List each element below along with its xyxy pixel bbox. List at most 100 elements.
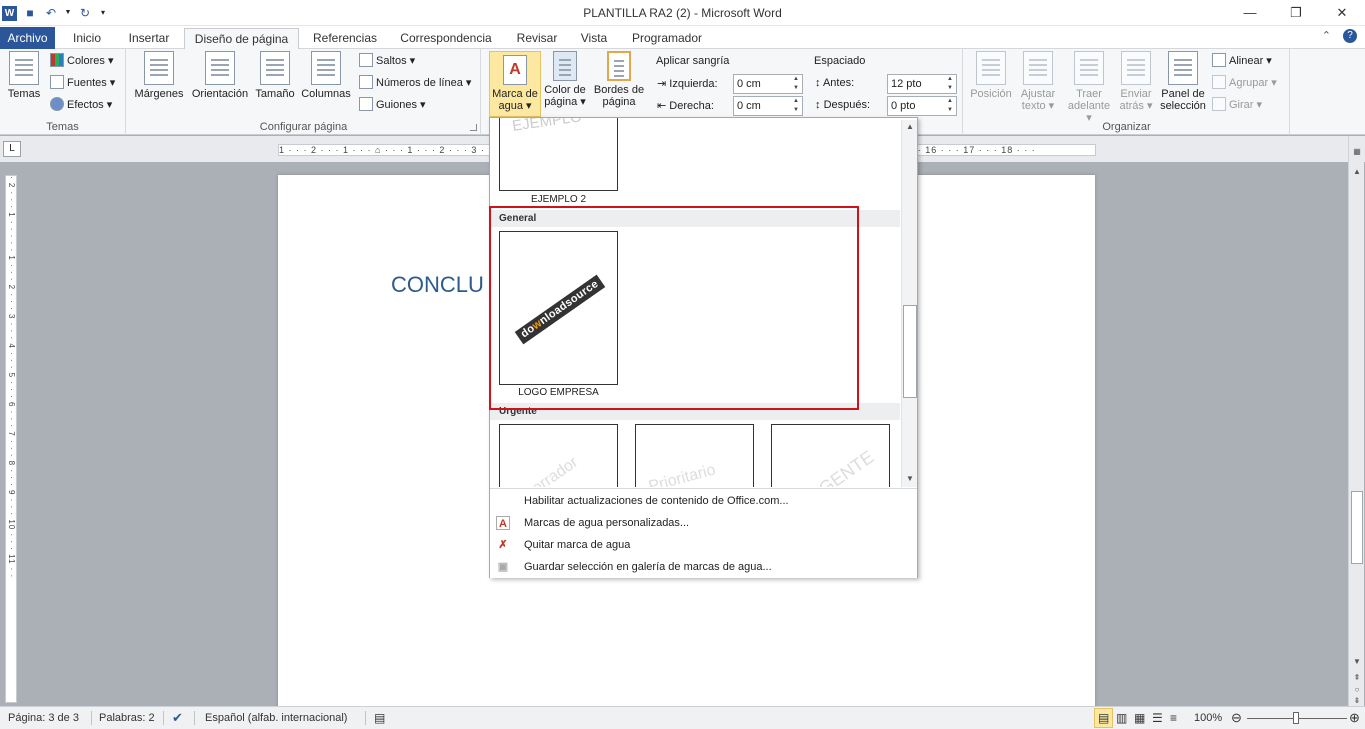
document-vertical-scrollbar[interactable]: ▦ ▲ ▼ ⇞ ○ ⇟ [1348,136,1364,706]
girar-button[interactable]: Girar ▾ [1212,96,1262,114]
send-backward-icon [1121,51,1151,85]
tab-referencias[interactable]: Referencias [307,28,383,49]
derecha-spin-icon[interactable]: ▲ ▼ [790,97,802,115]
status-idioma[interactable]: Español (alfab. internacional) [205,707,347,729]
tab-diseno-de-pagina[interactable]: Diseño de página [184,28,299,50]
antes-spin-icon[interactable]: ▲ ▼ [944,75,956,93]
gallery-scroll-thumb[interactable] [903,305,917,398]
web-layout-icon[interactable]: ▦ [1134,707,1145,729]
full-screen-reading-icon[interactable]: ▥ [1116,707,1127,729]
breaks-icon [359,53,373,67]
watermark-thumb-urgente-2[interactable]: Prioritario [635,424,754,487]
despues-input[interactable]: 0 pto ▲ ▼ [887,96,957,116]
derecha-label: ⇤ Derecha: [657,100,714,112]
menu-guardar-seleccion[interactable]: ▣ Guardar selección en galería de marcas … [490,556,917,578]
fuentes-button[interactable]: Fuentes ▾ [50,74,115,92]
outline-view-icon[interactable]: ☰ [1152,707,1163,729]
tab-selector-icon[interactable]: L [3,141,21,157]
minimize-icon[interactable]: — [1227,0,1273,26]
orientacion-button[interactable]: Orientación [187,51,253,100]
despues-spin-icon[interactable]: ▲ ▼ [944,97,956,115]
izquierda-input[interactable]: 0 cm ▲ ▼ [733,74,803,94]
page-borders-icon [607,51,631,81]
saltos-button[interactable]: Saltos ▾ [359,52,415,70]
zoom-slider-thumb[interactable] [1293,712,1299,724]
tamano-button[interactable]: Tamaño [253,51,297,100]
indent-left-icon: ⇥ [657,78,670,90]
configurar-dialog-launcher-icon[interactable] [470,124,477,131]
tab-revisar[interactable]: Revisar [509,28,565,49]
ruler-toggle-icon[interactable]: ▦ [1350,146,1364,158]
color-pagina-button[interactable]: Color de página ▾ [538,51,592,108]
document-heading[interactable]: CONCLU [391,272,484,298]
efectos-button[interactable]: Efectos ▾ [50,96,112,114]
custom-watermark-icon: A [496,516,510,530]
agrupar-button[interactable]: Agrupar ▾ [1212,74,1277,92]
izquierda-label: ⇥ Izquierda: [657,78,718,90]
zoom-out-icon[interactable]: ⊖ [1231,707,1242,729]
themes-icon [9,51,39,85]
ribbon-tabs: Archivo Inicio Insertar Diseño de página… [0,26,1365,50]
columnas-button[interactable]: Columnas [299,51,353,100]
previous-page-icon[interactable]: ⇞ [1350,672,1364,684]
scroll-up-icon[interactable]: ▲ [1350,166,1364,178]
macro-record-icon[interactable]: ▤ [374,707,385,729]
watermark-thumb-urgente-1[interactable]: Borrador [499,424,618,487]
antes-label: ↕ Antes: [815,77,855,89]
watermark-preview-urgente-1: Borrador [520,453,582,487]
restore-icon[interactable]: ❐ [1273,0,1319,26]
watermark-thumb-ejemplo-2[interactable]: EJEMPLO [499,118,618,191]
tab-archivo[interactable]: Archivo [0,27,55,49]
gallery-scrollbar[interactable]: ▲ ▼ [901,120,917,487]
panel-seleccion-button[interactable]: Panel de selección [1158,51,1208,112]
enviar-atras-button[interactable]: Enviar atrás ▾ [1114,51,1158,112]
temas-button[interactable]: Temas [4,51,44,100]
ribbon-help-controls: ⌃ ? [1322,29,1357,43]
gallery-scroll-up-icon[interactable]: ▲ [903,121,917,133]
menu-habilitar-actualizaciones[interactable]: Habilitar actualizaciones de contenido d… [490,490,917,512]
hyphenation-icon [359,97,373,111]
izquierda-spin-icon[interactable]: ▲ ▼ [790,75,802,93]
page-color-icon [553,51,577,81]
traer-adelante-button[interactable]: Traer adelante ▾ [1064,51,1114,124]
status-pagina[interactable]: Página: 3 de 3 [8,707,79,729]
ajustar-texto-button[interactable]: Ajustar texto ▾ [1016,51,1060,112]
vertical-ruler[interactable]: · 2 · · · 1 · · · · · 1 · · · 2 · · · 3 … [5,175,17,703]
zoom-level[interactable]: 100% [1194,707,1222,729]
watermark-thumb-urgente-3[interactable]: URGENTE [771,424,890,487]
collapse-ribbon-icon[interactable]: ⌃ [1322,29,1331,43]
tab-inicio[interactable]: Inicio [62,28,112,49]
gallery-scroll-down-icon[interactable]: ▼ [903,473,917,485]
tab-vista[interactable]: Vista [574,28,614,49]
posicion-button[interactable]: Posición [967,51,1015,100]
menu-quitar-marca[interactable]: ✗ Quitar marca de agua [490,534,917,556]
colores-button[interactable]: Colores ▾ [50,52,113,70]
margins-icon [144,51,174,85]
marca-de-agua-button[interactable]: A Marca de agua ▾ [489,51,541,117]
tab-insertar[interactable]: Insertar [122,28,176,49]
title-bar: W ■ ↶ ▼ ↻ ▾ PLANTILLA RA2 (2) - Microsof… [0,0,1365,26]
bordes-pagina-button[interactable]: Bordes de página [592,51,646,108]
numeros-linea-button[interactable]: Números de línea ▾ [359,74,471,92]
scroll-down-icon[interactable]: ▼ [1350,656,1364,668]
proofing-icon[interactable]: ✔ [172,707,183,729]
group-label-temas: Temas [46,121,79,133]
colors-icon [50,53,64,67]
spacing-after-icon: ↕ [815,99,824,111]
antes-input[interactable]: 12 pto ▲ ▼ [887,74,957,94]
tab-programador[interactable]: Programador [624,28,710,49]
guiones-button[interactable]: Guiones ▾ [359,96,426,114]
menu-marcas-personalizadas[interactable]: A Marcas de agua personalizadas... [490,512,917,534]
draft-view-icon[interactable]: ≡ [1170,707,1177,729]
alinear-button[interactable]: Alinear ▾ [1212,52,1272,70]
print-layout-icon[interactable]: ▤ [1094,708,1114,728]
help-icon[interactable]: ? [1343,29,1357,43]
document-scroll-thumb[interactable] [1351,491,1363,564]
tab-correspondencia[interactable]: Correspondencia [393,28,499,49]
close-icon[interactable]: ✕ [1319,0,1365,26]
zoom-in-icon[interactable]: ⊕ [1349,707,1360,729]
status-palabras[interactable]: Palabras: 2 [99,707,155,729]
derecha-input[interactable]: 0 cm ▲ ▼ [733,96,803,116]
highlight-box [489,206,859,410]
margenes-button[interactable]: Márgenes [131,51,187,100]
